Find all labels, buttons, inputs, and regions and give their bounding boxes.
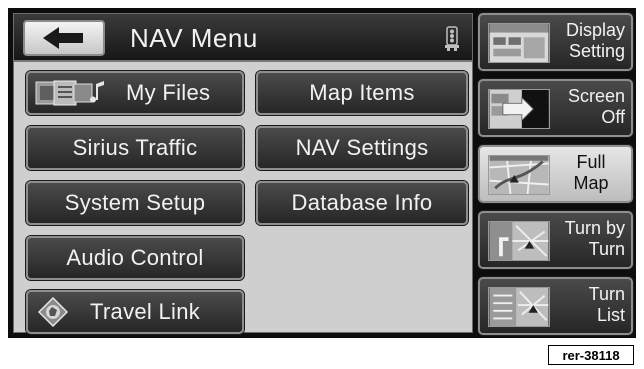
nav-settings-label: NAV Settings xyxy=(295,135,429,160)
full-map-icon xyxy=(488,155,550,195)
sirius-traffic-label: Sirius Traffic xyxy=(72,135,198,160)
nav-menu-panel: NAV Menu My Files Map Items Sirius Traff… xyxy=(13,13,473,334)
my-files-label: My Files xyxy=(126,80,211,105)
full-map-button[interactable]: Full Map xyxy=(478,145,633,203)
turn-by-turn-label: Turn by Turn xyxy=(564,218,625,259)
title-bar: NAV Menu xyxy=(14,14,472,62)
turn-list-button[interactable]: Turn List xyxy=(478,277,633,335)
back-button[interactable] xyxy=(23,20,105,56)
screen-off-label: Screen Off xyxy=(567,86,625,127)
reference-code: rer-38118 xyxy=(548,345,634,365)
media-files-icon xyxy=(34,78,108,108)
database-info-button[interactable]: Database Info xyxy=(256,181,468,225)
turn-list-label: Turn List xyxy=(588,284,625,325)
sirius-traffic-button[interactable]: Sirius Traffic xyxy=(26,126,244,170)
turn-by-turn-button[interactable]: Turn by Turn xyxy=(478,211,633,269)
map-items-label: Map Items xyxy=(309,80,415,105)
map-items-button[interactable]: Map Items xyxy=(256,71,468,115)
system-setup-label: System Setup xyxy=(64,190,206,215)
display-setting-icon xyxy=(488,23,550,63)
nav-settings-button[interactable]: NAV Settings xyxy=(256,126,468,170)
display-setting-button[interactable]: Display Setting xyxy=(478,13,633,71)
screen-off-icon xyxy=(488,89,550,129)
view-options-column: Display Setting Screen Off Full Map Turn… xyxy=(478,13,633,335)
full-map-label: Full Map xyxy=(573,152,609,193)
turn-by-turn-icon xyxy=(488,221,550,261)
system-setup-button[interactable]: System Setup xyxy=(26,181,244,225)
screen-off-button[interactable]: Screen Off xyxy=(478,79,633,137)
audio-control-button[interactable]: Audio Control xyxy=(26,236,244,280)
left-arrow-icon xyxy=(43,27,83,49)
turn-list-icon xyxy=(488,287,550,327)
travel-link-icon xyxy=(38,297,68,327)
travel-link-button[interactable]: Travel Link xyxy=(26,290,244,334)
travel-link-label: Travel Link xyxy=(90,299,201,324)
audio-control-label: Audio Control xyxy=(66,245,204,270)
my-files-button[interactable]: My Files xyxy=(26,71,244,115)
database-info-label: Database Info xyxy=(291,190,433,215)
traffic-signal-icon xyxy=(445,26,459,51)
display-setting-label: Display Setting xyxy=(565,20,625,61)
page-title: NAV Menu xyxy=(130,23,258,53)
nav-screen: NAV Menu My Files Map Items Sirius Traff… xyxy=(8,8,636,338)
